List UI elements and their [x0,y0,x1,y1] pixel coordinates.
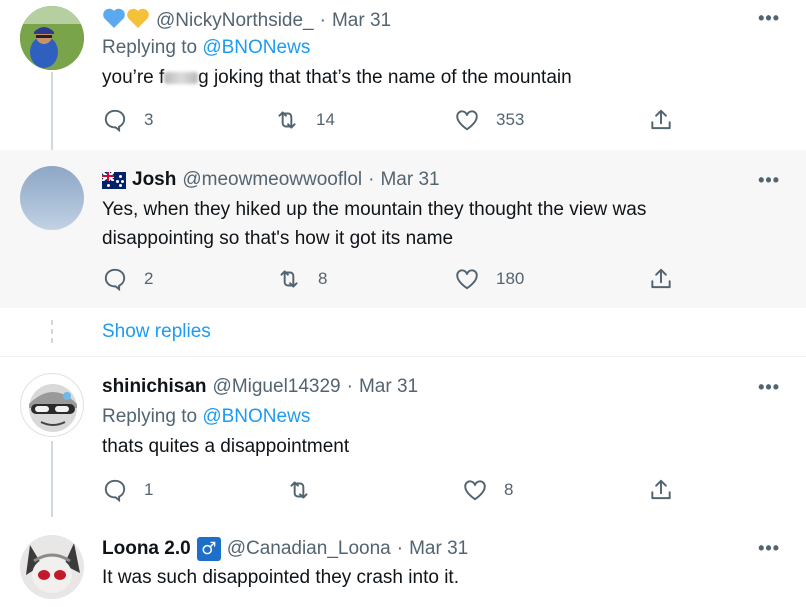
tweet-header: Loona 2.0 ♂ @Canadian_Loona · Mar 31 [102,537,468,561]
tweet-date[interactable]: Mar 31 [380,169,439,191]
reply-button[interactable]: 2 [102,264,153,294]
tweet-date[interactable]: Mar 31 [359,376,418,398]
tweet-1[interactable]: @NickyNorthside_ · Mar 31 ••• Replying t… [0,0,806,150]
tweet-text-start: you’re f [102,67,165,88]
tweet-3[interactable]: shinichisan @Miguel14329 · Mar 31 ••• Re… [0,357,806,517]
like-button[interactable]: 353 [454,105,524,135]
retweet-count: 14 [316,110,335,129]
reply-button[interactable]: 1 [102,475,153,505]
retweet-button[interactable]: 14 [274,105,335,135]
tweet-actions: 1 8 [100,475,680,505]
avatar[interactable] [20,373,84,437]
replying-to-link[interactable]: @BNONews [202,406,310,427]
separator: · [346,376,353,397]
tweet-text: thats quites a disappointment [102,436,350,457]
tweet-header: Josh @meowmeowwooflol · Mar 31 [102,169,440,191]
retweet-icon [278,111,296,129]
tweet-actions: 2 8 180 [100,264,680,294]
share-button[interactable] [648,264,674,294]
reply-icon [104,109,126,133]
replying-to-label: Replying to [102,406,198,427]
blue-heart-icon [102,7,126,35]
share-icon [651,268,671,289]
more-options-button[interactable]: ••• [758,8,780,29]
replying-to: Replying to @BNONews [102,406,310,428]
display-name[interactable]: Josh [132,169,176,191]
like-count: 353 [496,110,525,129]
censored-word: ucki [164,71,199,84]
tweet-4[interactable]: Loona 2.0 ♂ @Canadian_Loona · Mar 31 •••… [0,517,806,607]
retweet-icon [290,481,308,499]
reply-icon [104,479,126,503]
thread-line [51,441,53,517]
like-count: 180 [496,269,525,288]
separator: · [368,169,375,190]
reply-count: 1 [144,480,154,499]
replying-to-label: Replying to [102,37,198,58]
tweet-date[interactable]: Mar 31 [409,538,468,560]
reply-count: 2 [144,269,154,288]
replying-to-link[interactable]: @BNONews [202,37,310,58]
male-sign-icon: ♂ [196,537,221,561]
share-icon [651,109,671,130]
thread-line [51,72,53,150]
avatar[interactable] [20,166,84,230]
more-options-button[interactable]: ••• [758,538,780,559]
more-options-button[interactable]: ••• [758,170,780,191]
retweet-count: 8 [318,269,328,288]
user-handle[interactable]: @meowmeowwooflol [182,169,362,191]
heart-icon [456,110,478,131]
share-button[interactable] [648,475,674,505]
avatar[interactable] [20,6,84,70]
display-name[interactable]: Loona 2.0 [102,538,191,560]
like-button[interactable]: 180 [454,264,524,294]
user-handle[interactable]: @NickyNorthside_ [156,10,314,32]
like-button[interactable]: 8 [462,475,513,505]
tweet-text: you’re fuckig joking that that’s the nam… [102,63,572,92]
user-handle[interactable]: @Miguel14329 [213,376,341,398]
reply-count: 3 [144,110,154,129]
reply-button[interactable]: 3 [102,105,153,135]
avatar[interactable] [20,535,84,599]
heart-icon [456,269,478,290]
display-name[interactable]: shinichisan [102,376,207,398]
tweet-actions: 3 14 353 [100,105,680,135]
like-count: 8 [504,480,514,499]
replying-to: Replying to @BNONews [102,37,310,59]
more-options-button[interactable]: ••• [758,377,780,398]
tweet-date[interactable]: Mar 31 [332,10,391,32]
share-icon [651,479,671,500]
separator: · [319,10,326,31]
retweet-icon [280,270,298,288]
user-handle[interactable]: @Canadian_Loona [227,538,391,560]
tweet-text: Yes, when they hiked up the mountain the… [102,199,647,249]
yellow-heart-icon [126,7,150,35]
show-replies-link[interactable]: Show replies [102,321,211,343]
thread-dots [51,320,53,347]
retweet-button[interactable] [286,475,328,505]
reply-icon [104,268,126,292]
tweet-2[interactable]: Josh @meowmeowwooflol · Mar 31 ••• Yes, … [0,150,806,308]
tweet-text-end: g joking that that’s the name of the mou… [198,67,572,88]
tweet-header: @NickyNorthside_ · Mar 31 [102,7,391,35]
tweet-text: It was such disappointed they crash into… [102,567,459,588]
share-button[interactable] [648,105,674,135]
heart-icon [464,480,486,501]
tweet-header: shinichisan @Miguel14329 · Mar 31 [102,376,418,398]
separator: · [396,538,404,559]
retweet-button[interactable]: 8 [276,264,327,294]
australia-flag-icon [102,171,126,189]
